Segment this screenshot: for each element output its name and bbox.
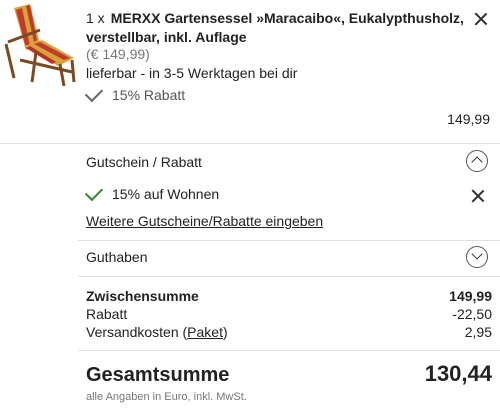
divider: [78, 240, 500, 241]
item-quantity: 1 x: [86, 10, 105, 26]
discount-badge-label: 15% Rabatt: [112, 87, 186, 103]
collapse-voucher-button[interactable]: [466, 150, 488, 172]
expand-credit-button[interactable]: [466, 246, 488, 268]
chevron-up-icon: [471, 156, 483, 168]
credit-section-label: Guthaben: [86, 249, 148, 265]
remove-item-close-icon[interactable]: [472, 10, 490, 28]
product-title-line2[interactable]: verstellbar, inkl. Auflage: [86, 27, 247, 47]
shipping-label-suffix: ): [222, 324, 228, 340]
voucher-section-label: Gutschein / Rabatt: [86, 154, 202, 170]
check-icon: [84, 83, 104, 102]
shipping-label-prefix: Versandkosten (: [86, 324, 188, 340]
divider: [0, 143, 500, 144]
total-value: 130,44: [424, 361, 492, 386]
total-label: Gesamtsumme: [86, 364, 230, 386]
discount-value: -22,50: [452, 306, 492, 322]
tax-note: alle Angaben in Euro, inkl. MwSt.: [86, 391, 247, 403]
applied-voucher-label: 15% auf Wohnen: [112, 186, 220, 202]
item-price: 149,99: [447, 111, 490, 127]
availability-text: lieferbar - in 3-5 Werktagen bei dir: [86, 65, 298, 81]
divider: [78, 350, 500, 351]
product-title-line1[interactable]: 1 x MERXX Gartensessel »Maracaibo«, Eukal…: [86, 8, 464, 28]
divider: [78, 276, 500, 277]
shipping-value: 2,95: [464, 324, 492, 340]
remove-voucher-close-icon[interactable]: [469, 187, 487, 205]
product-title-text-1: MERXX Gartensessel »Maracaibo«, Eukalypt…: [110, 10, 464, 26]
check-icon: [84, 182, 104, 201]
shipping-label: Versandkosten (Paket): [86, 323, 228, 341]
product-image[interactable]: [0, 2, 78, 88]
discount-badge: 15% Rabatt: [84, 83, 186, 104]
chevron-down-icon: [471, 248, 483, 260]
applied-voucher: 15% auf Wohnen: [84, 182, 220, 203]
discount-label: Rabatt: [86, 306, 128, 322]
subtotal-label: Zwischensumme: [86, 288, 199, 304]
more-vouchers-link[interactable]: Weitere Gutscheine/Rabatte eingeben: [86, 212, 323, 230]
old-price: (€ 149,99): [86, 46, 150, 62]
subtotal-value: 149,99: [449, 288, 492, 304]
shipping-package-link[interactable]: Paket: [187, 324, 223, 340]
